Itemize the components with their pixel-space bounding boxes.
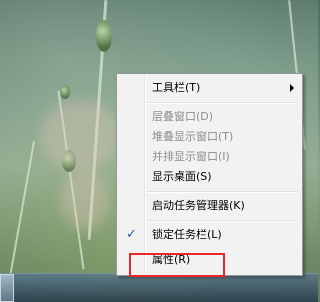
menu-item-lock-taskbar[interactable]: ✓ 锁定任务栏(L) xyxy=(119,225,300,245)
seed-plume xyxy=(60,170,110,230)
menu-separator xyxy=(147,191,298,193)
taskbar[interactable] xyxy=(0,273,318,302)
menu-item-label: 堆叠显示窗口(T) xyxy=(152,130,234,143)
menu-item-stack-windows[interactable]: 堆叠显示窗口(T) xyxy=(119,127,300,147)
checkmark-icon: ✓ xyxy=(126,227,137,242)
menu-item-label: 锁定任务栏(L) xyxy=(152,228,222,241)
menu-item-task-manager[interactable]: 启动任务管理器(K) xyxy=(119,196,300,216)
menu-item-toolbars[interactable]: 工具栏(T) xyxy=(119,78,300,98)
submenu-arrow-icon xyxy=(290,84,294,92)
menu-item-cascade-windows[interactable]: 层叠窗口(D) xyxy=(119,107,300,127)
menu-item-label: 显示桌面(S) xyxy=(152,170,212,183)
plant-bud xyxy=(96,20,112,52)
menu-separator xyxy=(147,220,298,222)
plant-bud xyxy=(60,85,70,99)
menu-item-label: 层叠窗口(D) xyxy=(152,110,214,123)
taskbar-button[interactable] xyxy=(0,274,14,302)
menu-item-label: 启动任务管理器(K) xyxy=(152,199,245,212)
taskbar-context-menu: 工具栏(T) 层叠窗口(D) 堆叠显示窗口(T) 并排显示窗口(I) 显示桌面(… xyxy=(116,73,303,276)
seed-plume xyxy=(40,100,120,170)
menu-item-label: 并排显示窗口(I) xyxy=(152,150,230,163)
menu-separator xyxy=(147,102,298,104)
menu-item-side-by-side-windows[interactable]: 并排显示窗口(I) xyxy=(119,147,300,167)
properties-highlight-box xyxy=(129,253,225,277)
menu-item-show-desktop[interactable]: 显示桌面(S) xyxy=(119,167,300,187)
menu-item-label: 工具栏(T) xyxy=(152,81,201,94)
